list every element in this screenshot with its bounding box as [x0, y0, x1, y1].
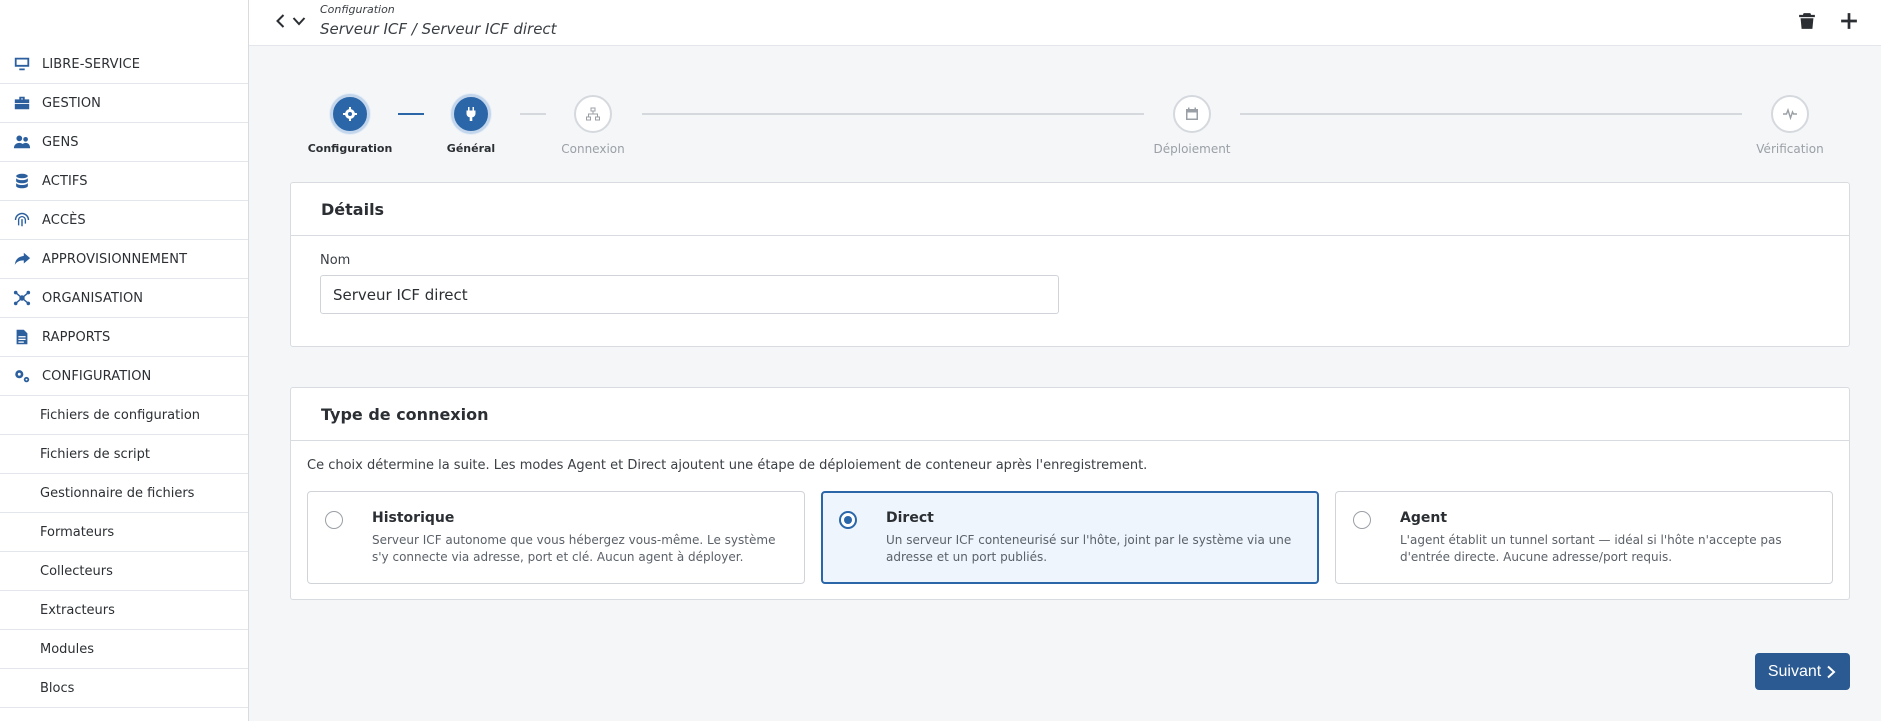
breadcrumb-parent: Configuration [320, 3, 395, 16]
sidebar-item-label: ACTIFS [42, 173, 88, 189]
add-button[interactable] [1837, 9, 1861, 33]
sidebar-subitem[interactable]: Extracteurs [0, 591, 248, 630]
step-deploiement[interactable] [1173, 95, 1211, 133]
sidebar-item-label: ORGANISATION [42, 290, 144, 306]
option-title: Historique [372, 510, 455, 526]
sidebar-item-approvisionnement[interactable]: APPROVISIONNEMENT [0, 240, 248, 279]
option-historique[interactable]: Historique Serveur ICF autonome que vous… [307, 491, 805, 584]
sidebar-item-label: ACCÈS [42, 212, 86, 228]
step-label: Déploiement [1153, 142, 1231, 156]
radio-direct[interactable] [839, 511, 857, 529]
stepper-connector [642, 113, 1144, 115]
radio-agent[interactable] [1353, 511, 1371, 529]
sidebar-subitem[interactable]: Modules [0, 630, 248, 669]
sidebar-item-label: GESTION [42, 95, 101, 111]
option-title: Agent [1400, 510, 1448, 526]
database-icon [12, 171, 32, 191]
name-label: Nom [320, 253, 351, 268]
sidebar-subitem[interactable]: Formateurs [0, 513, 248, 552]
step-label: Configuration [307, 142, 393, 155]
heartbeat-icon [1783, 107, 1797, 121]
chevron-down-icon [292, 17, 306, 26]
plus-icon [1841, 13, 1857, 29]
option-description: Serveur ICF autonome que vous hébergez v… [372, 533, 776, 564]
toolbox-icon [12, 93, 32, 113]
sidebar-item-actifs[interactable]: ACTIFS [0, 162, 248, 201]
next-button-label: Suivant [1767, 662, 1822, 680]
sidebar-subitem[interactable]: Gestionnaire de fichiers [0, 474, 248, 513]
next-button[interactable]: Suivant [1755, 653, 1850, 690]
stepper-connector [1240, 113, 1742, 115]
connection-type-card: Type de connexion Ce choix détermine la … [290, 387, 1850, 600]
calendar-icon [1186, 107, 1198, 120]
chevron-right-icon [1827, 665, 1836, 678]
delete-button[interactable] [1795, 9, 1819, 33]
sidebar-item-label: APPROVISIONNEMENT [42, 251, 188, 267]
step-verification[interactable] [1771, 95, 1809, 133]
step-connexion[interactable] [574, 95, 612, 133]
connection-type-title: Type de connexion [291, 388, 1849, 441]
sidebar-item-label: RAPPORTS [42, 329, 111, 345]
file-icon [12, 327, 32, 347]
sidebar-item-rapports[interactable]: RAPPORTS [0, 318, 248, 357]
sidebar-item-label: LIBRE-SERVICE [42, 56, 141, 72]
step-label: Connexion [561, 142, 625, 156]
share-icon [12, 249, 32, 269]
sidebar-subitem[interactable]: Fichiers de configuration [0, 396, 248, 435]
stepper-connector [398, 113, 424, 115]
sidebar-item-label: GENS [42, 134, 79, 150]
name-input[interactable] [320, 275, 1059, 314]
expand-button[interactable] [288, 10, 310, 32]
stepper-connector [520, 113, 546, 115]
connection-type-description: Ce choix détermine la suite. Les modes A… [307, 458, 1148, 473]
sitemap-icon [586, 107, 600, 121]
option-agent[interactable]: Agent L'agent établit un tunnel sortant … [1335, 491, 1833, 584]
chevron-left-icon [276, 14, 285, 28]
users-icon [12, 132, 32, 152]
step-label: Général [446, 142, 496, 155]
sidebar-item-libre-service[interactable]: LIBRE-SERVICE [0, 45, 248, 84]
gear-icon [343, 107, 357, 121]
sidebar-item-organisation[interactable]: ORGANISATION [0, 279, 248, 318]
top-bar: Configuration Serveur ICF / Serveur ICF … [249, 0, 1881, 46]
sidebar: LIBRE-SERVICE GESTION GENS ACTIFS ACCÈS … [0, 0, 249, 721]
option-description: L'agent établit un tunnel sortant — idéa… [1400, 533, 1782, 564]
option-description: Un serveur ICF conteneurisé sur l'hôte, … [886, 533, 1292, 564]
details-title: Détails [291, 183, 1849, 236]
option-title: Direct [886, 510, 934, 526]
sidebar-subitem[interactable]: Collecteurs [0, 552, 248, 591]
step-label: Vérification [1756, 142, 1824, 156]
step-general[interactable] [451, 94, 491, 134]
fingerprint-icon [12, 210, 32, 230]
sidebar-item-acces[interactable]: ACCÈS [0, 201, 248, 240]
plug-icon [466, 107, 476, 121]
trash-icon [1799, 13, 1815, 29]
radio-historique[interactable] [325, 511, 343, 529]
breadcrumb: Serveur ICF / Serveur ICF direct [320, 20, 557, 38]
sidebar-subitem[interactable]: Blocs [0, 669, 248, 708]
network-icon [12, 288, 32, 308]
sidebar-item-label: CONFIGURATION [42, 368, 152, 384]
gears-icon [12, 366, 32, 386]
sidebar-item-configuration[interactable]: CONFIGURATION [0, 357, 248, 396]
sidebar-item-gestion[interactable]: GESTION [0, 84, 248, 123]
details-card: Détails Nom [290, 182, 1850, 347]
sidebar-item-gens[interactable]: GENS [0, 123, 248, 162]
option-direct[interactable]: Direct Un serveur ICF conteneurisé sur l… [821, 491, 1319, 584]
sidebar-subitem[interactable]: Fichiers de script [0, 435, 248, 474]
monitor-icon [12, 54, 32, 74]
step-configuration[interactable] [330, 94, 370, 134]
